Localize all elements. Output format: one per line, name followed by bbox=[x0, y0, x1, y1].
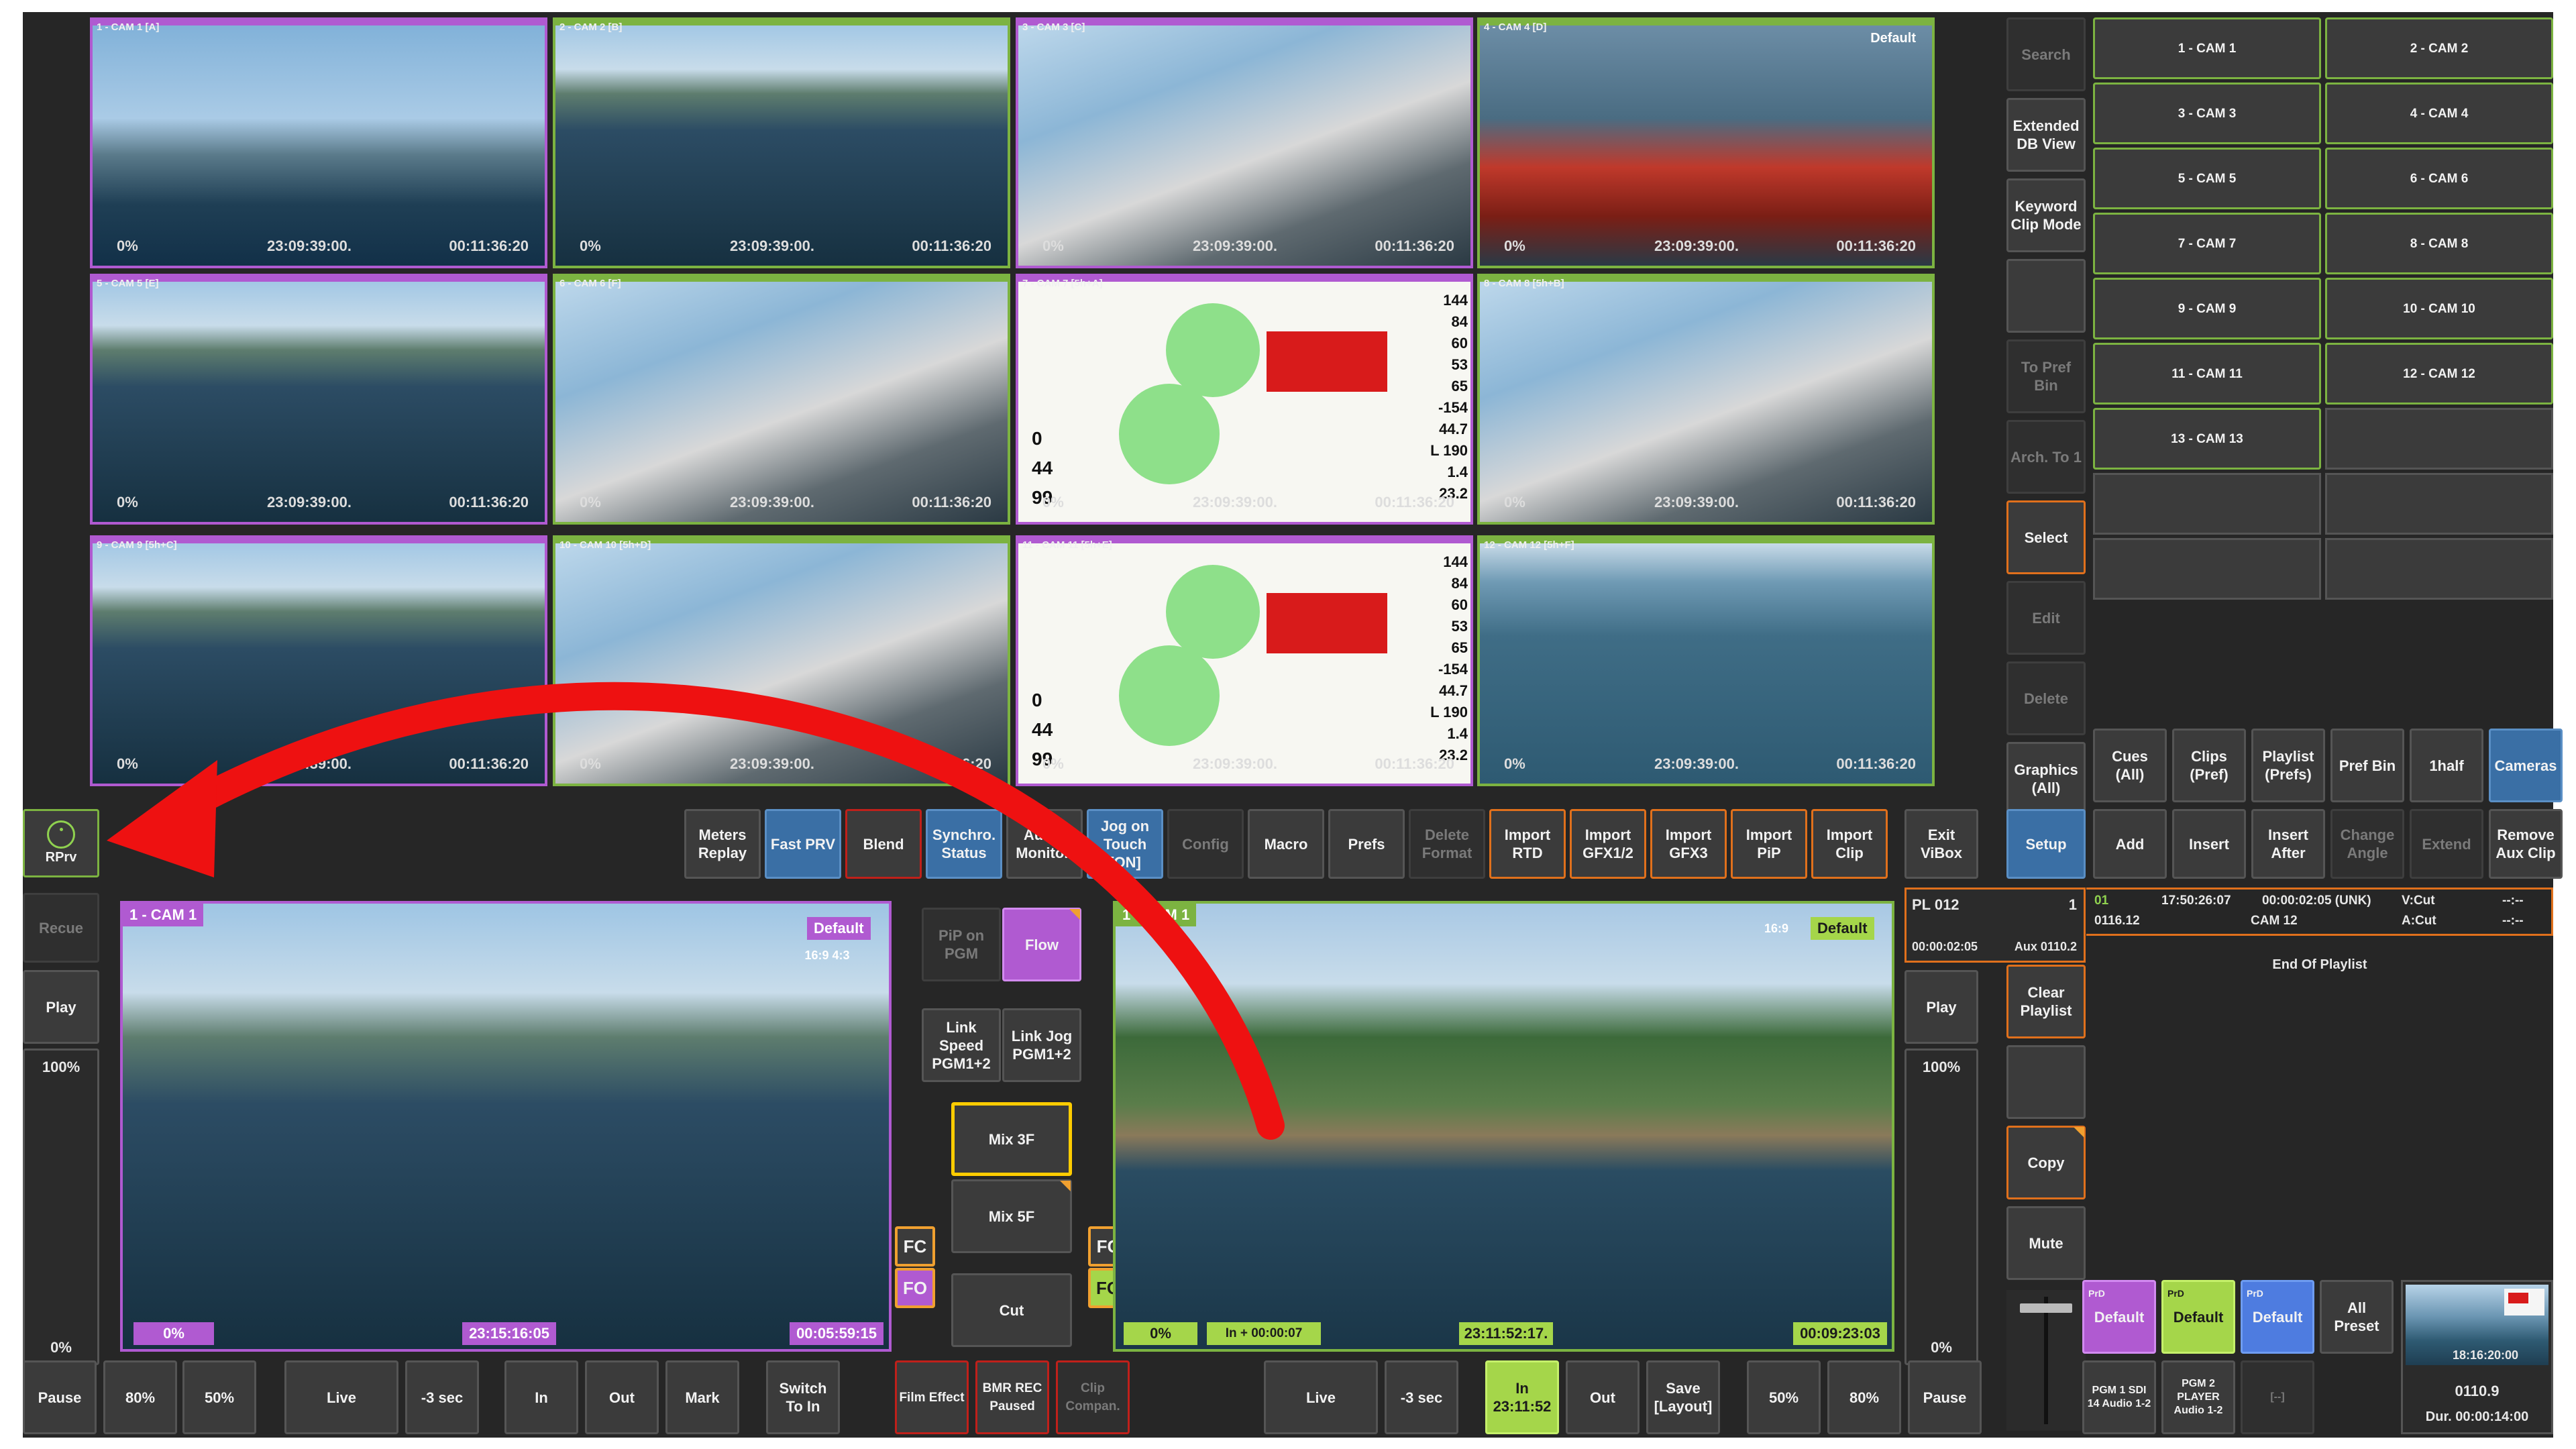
red-arrow-annotation bbox=[107, 682, 1285, 1140]
arrow-head bbox=[107, 760, 217, 877]
replay-app: 1 - CAM 1 [A] 0% 23:09:39:00. 00:11:36:20 2 … bbox=[23, 12, 2563, 1438]
arrow-shaft bbox=[143, 682, 1285, 1140]
